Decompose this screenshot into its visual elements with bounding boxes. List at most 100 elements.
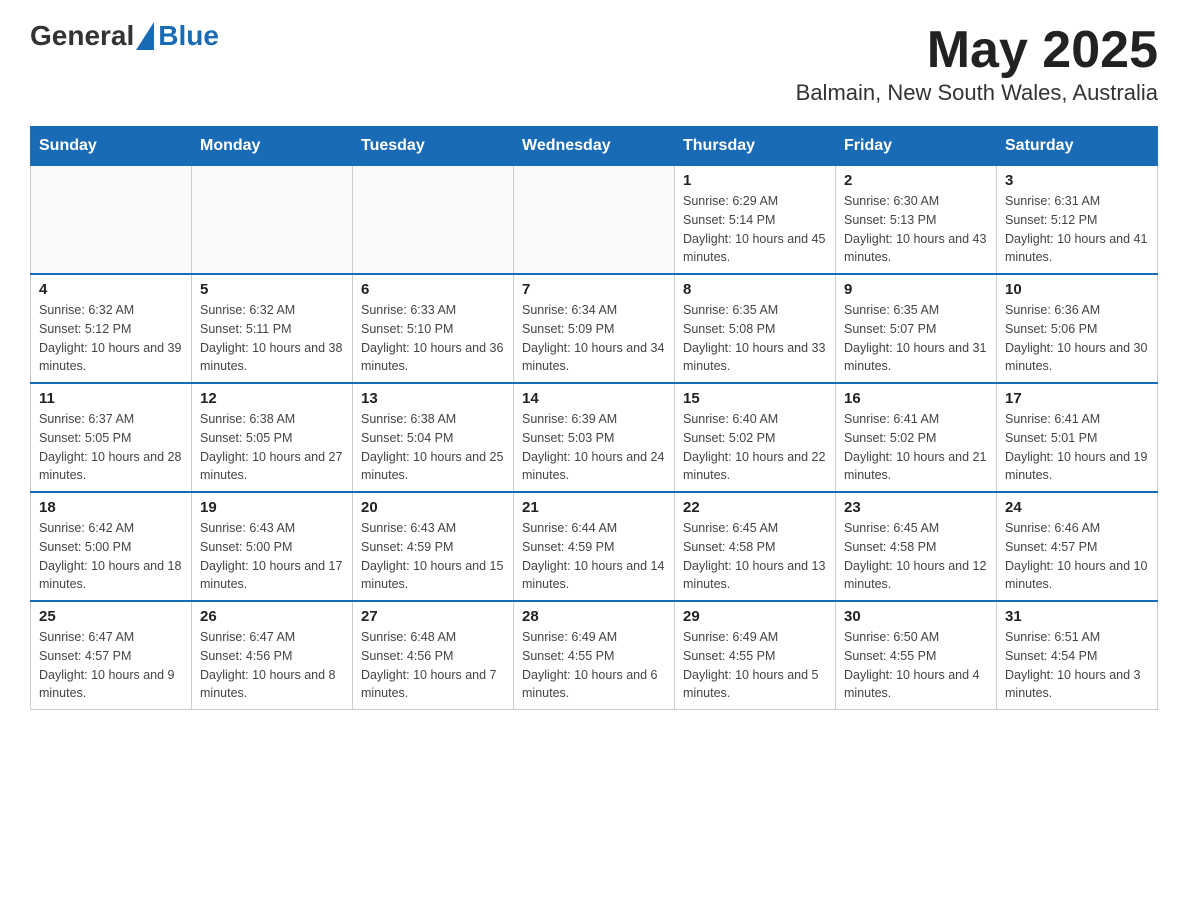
day-number: 19 (200, 499, 344, 516)
calendar-cell: 18 Sunrise: 6:42 AMSunset: 5:00 PMDayligh… (31, 492, 192, 601)
calendar-cell: 25 Sunrise: 6:47 AMSunset: 4:57 PMDayligh… (31, 601, 192, 710)
calendar-week-row: 4 Sunrise: 6:32 AMSunset: 5:12 PMDaylight… (31, 274, 1158, 383)
day-info: Sunrise: 6:50 AMSunset: 4:55 PMDaylight:… (844, 628, 988, 703)
calendar-header-tuesday: Tuesday (353, 127, 514, 166)
day-number: 12 (200, 390, 344, 407)
day-number: 13 (361, 390, 505, 407)
day-number: 14 (522, 390, 666, 407)
day-info: Sunrise: 6:51 AMSunset: 4:54 PMDaylight:… (1005, 628, 1149, 703)
day-number: 4 (39, 281, 183, 298)
day-info: Sunrise: 6:47 AMSunset: 4:57 PMDaylight:… (39, 628, 183, 703)
day-info: Sunrise: 6:42 AMSunset: 5:00 PMDaylight:… (39, 519, 183, 594)
day-number: 29 (683, 608, 827, 625)
day-info: Sunrise: 6:47 AMSunset: 4:56 PMDaylight:… (200, 628, 344, 703)
calendar-cell: 3Sunrise: 6:31 AMSunset: 5:12 PMDaylight… (997, 166, 1158, 275)
day-number: 5 (200, 281, 344, 298)
day-info: Sunrise: 6:29 AMSunset: 5:14 PMDaylight:… (683, 192, 827, 267)
day-info: Sunrise: 6:35 AMSunset: 5:08 PMDaylight:… (683, 301, 827, 376)
day-info: Sunrise: 6:33 AMSunset: 5:10 PMDaylight:… (361, 301, 505, 376)
calendar-cell: 10 Sunrise: 6:36 AMSunset: 5:06 PMDayligh… (997, 274, 1158, 383)
day-info: Sunrise: 6:34 AMSunset: 5:09 PMDaylight:… (522, 301, 666, 376)
day-info: Sunrise: 6:41 AMSunset: 5:01 PMDaylight:… (1005, 410, 1149, 485)
day-number: 23 (844, 499, 988, 516)
calendar-header-row: SundayMondayTuesdayWednesdayThursdayFrid… (31, 127, 1158, 166)
day-number: 7 (522, 281, 666, 298)
calendar-week-row: 18 Sunrise: 6:42 AMSunset: 5:00 PMDayligh… (31, 492, 1158, 601)
calendar-cell: 29 Sunrise: 6:49 AMSunset: 4:55 PMDayligh… (675, 601, 836, 710)
day-number: 22 (683, 499, 827, 516)
calendar-cell (192, 166, 353, 275)
calendar-cell: 16 Sunrise: 6:41 AMSunset: 5:02 PMDayligh… (836, 383, 997, 492)
calendar-cell: 28Sunrise: 6:49 AMSunset: 4:55 PMDayligh… (514, 601, 675, 710)
logo: General Blue (30, 20, 219, 52)
day-number: 21 (522, 499, 666, 516)
page-subtitle: Balmain, New South Wales, Australia (796, 80, 1158, 106)
day-number: 18 (39, 499, 183, 516)
day-number: 28 (522, 608, 666, 625)
day-info: Sunrise: 6:39 AMSunset: 5:03 PMDaylight:… (522, 410, 666, 485)
calendar-cell: 19 Sunrise: 6:43 AMSunset: 5:00 PMDayligh… (192, 492, 353, 601)
calendar-week-row: 11 Sunrise: 6:37 AMSunset: 5:05 PMDayligh… (31, 383, 1158, 492)
calendar-header-friday: Friday (836, 127, 997, 166)
day-info: Sunrise: 6:43 AMSunset: 5:00 PMDaylight:… (200, 519, 344, 594)
calendar-cell: 26 Sunrise: 6:47 AMSunset: 4:56 PMDayligh… (192, 601, 353, 710)
day-info: Sunrise: 6:46 AMSunset: 4:57 PMDaylight:… (1005, 519, 1149, 594)
day-info: Sunrise: 6:37 AMSunset: 5:05 PMDaylight:… (39, 410, 183, 485)
calendar-week-row: 1 Sunrise: 6:29 AMSunset: 5:14 PMDaylight… (31, 166, 1158, 275)
day-number: 8 (683, 281, 827, 298)
day-number: 31 (1005, 608, 1149, 625)
day-info: Sunrise: 6:49 AMSunset: 4:55 PMDaylight:… (683, 628, 827, 703)
calendar-header-wednesday: Wednesday (514, 127, 675, 166)
day-info: Sunrise: 6:48 AMSunset: 4:56 PMDaylight:… (361, 628, 505, 703)
day-number: 17 (1005, 390, 1149, 407)
calendar-cell: 2Sunrise: 6:30 AMSunset: 5:13 PMDaylight… (836, 166, 997, 275)
calendar-cell: 12Sunrise: 6:38 AMSunset: 5:05 PMDayligh… (192, 383, 353, 492)
calendar-cell: 5Sunrise: 6:32 AMSunset: 5:11 PMDaylight… (192, 274, 353, 383)
calendar-cell: 4 Sunrise: 6:32 AMSunset: 5:12 PMDaylight… (31, 274, 192, 383)
day-number: 1 (683, 172, 827, 189)
day-info: Sunrise: 6:45 AMSunset: 4:58 PMDaylight:… (683, 519, 827, 594)
calendar-cell (31, 166, 192, 275)
day-number: 16 (844, 390, 988, 407)
day-info: Sunrise: 6:32 AMSunset: 5:12 PMDaylight:… (39, 301, 183, 376)
day-number: 11 (39, 390, 183, 407)
logo-general-text: General (30, 20, 134, 52)
calendar-cell: 27 Sunrise: 6:48 AMSunset: 4:56 PMDayligh… (353, 601, 514, 710)
calendar-cell: 24 Sunrise: 6:46 AMSunset: 4:57 PMDayligh… (997, 492, 1158, 601)
day-number: 6 (361, 281, 505, 298)
calendar-header-thursday: Thursday (675, 127, 836, 166)
day-number: 26 (200, 608, 344, 625)
day-number: 30 (844, 608, 988, 625)
calendar-table: SundayMondayTuesdayWednesdayThursdayFrid… (30, 126, 1158, 710)
day-info: Sunrise: 6:40 AMSunset: 5:02 PMDaylight:… (683, 410, 827, 485)
calendar-cell: 9Sunrise: 6:35 AMSunset: 5:07 PMDaylight… (836, 274, 997, 383)
day-info: Sunrise: 6:41 AMSunset: 5:02 PMDaylight:… (844, 410, 988, 485)
calendar-cell: 31 Sunrise: 6:51 AMSunset: 4:54 PMDayligh… (997, 601, 1158, 710)
day-info: Sunrise: 6:43 AMSunset: 4:59 PMDaylight:… (361, 519, 505, 594)
calendar-cell: 15 Sunrise: 6:40 AMSunset: 5:02 PMDayligh… (675, 383, 836, 492)
day-info: Sunrise: 6:31 AMSunset: 5:12 PMDaylight:… (1005, 192, 1149, 267)
day-number: 27 (361, 608, 505, 625)
title-block: May 2025 Balmain, New South Wales, Austr… (796, 20, 1158, 106)
calendar-header-monday: Monday (192, 127, 353, 166)
calendar-cell: 1 Sunrise: 6:29 AMSunset: 5:14 PMDaylight… (675, 166, 836, 275)
day-number: 15 (683, 390, 827, 407)
calendar-cell: 11 Sunrise: 6:37 AMSunset: 5:05 PMDayligh… (31, 383, 192, 492)
calendar-cell: 8 Sunrise: 6:35 AMSunset: 5:08 PMDaylight… (675, 274, 836, 383)
day-number: 9 (844, 281, 988, 298)
logo-triangle-icon (136, 22, 154, 50)
day-info: Sunrise: 6:30 AMSunset: 5:13 PMDaylight:… (844, 192, 988, 267)
page-title: May 2025 (796, 20, 1158, 80)
calendar-cell: 22 Sunrise: 6:45 AMSunset: 4:58 PMDayligh… (675, 492, 836, 601)
day-number: 24 (1005, 499, 1149, 516)
day-info: Sunrise: 6:36 AMSunset: 5:06 PMDaylight:… (1005, 301, 1149, 376)
logo-blue-text: Blue (158, 20, 219, 52)
day-number: 20 (361, 499, 505, 516)
day-info: Sunrise: 6:38 AMSunset: 5:04 PMDaylight:… (361, 410, 505, 485)
day-number: 25 (39, 608, 183, 625)
calendar-cell: 30 Sunrise: 6:50 AMSunset: 4:55 PMDayligh… (836, 601, 997, 710)
day-info: Sunrise: 6:45 AMSunset: 4:58 PMDaylight:… (844, 519, 988, 594)
day-number: 10 (1005, 281, 1149, 298)
calendar-header-saturday: Saturday (997, 127, 1158, 166)
calendar-cell: 17 Sunrise: 6:41 AMSunset: 5:01 PMDayligh… (997, 383, 1158, 492)
